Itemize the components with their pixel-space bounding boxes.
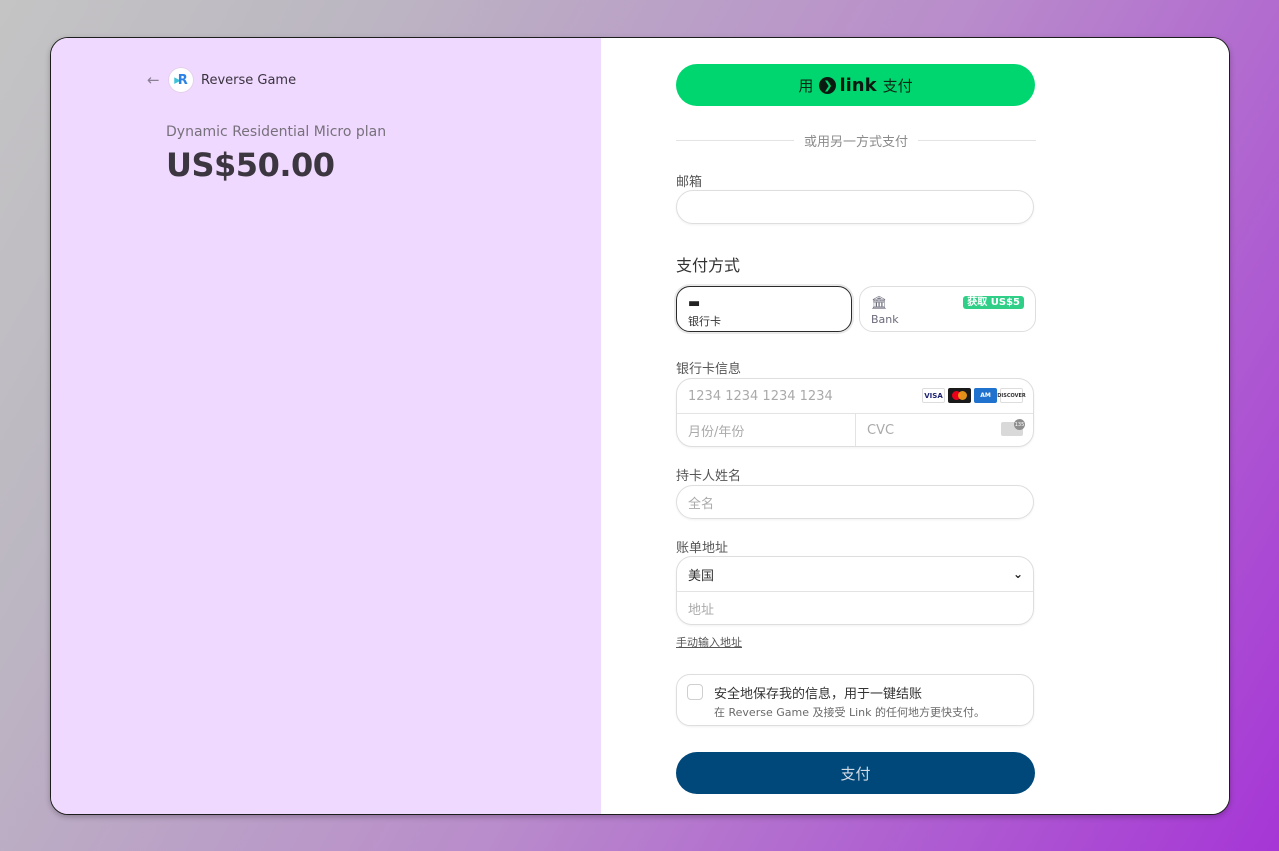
card-brands: VISA AM DISCOVER	[922, 388, 1026, 403]
merchant-header[interactable]: ← ▸ R Reverse Game	[147, 68, 296, 92]
card-number-input[interactable]: 1234 1234 1234 1234	[688, 379, 833, 413]
card-cvc-input[interactable]: CVC	[867, 414, 894, 447]
card-info-label: 银行卡信息	[676, 362, 742, 377]
save-info-subtitle: 在 Reverse Game 及接受 Link 的任何地方更快支付。	[714, 706, 985, 719]
merchant-name: Reverse Game	[201, 72, 297, 88]
order-summary-panel: ← ▸ R Reverse Game Dynamic Residential Mi…	[51, 38, 601, 814]
divider-line	[918, 140, 1037, 141]
field-separator	[677, 591, 1033, 592]
cardholder-label: 持卡人姓名	[676, 469, 742, 484]
back-arrow-icon[interactable]: ←	[147, 71, 161, 89]
payment-option-bank[interactable]: 🏛 Bank 获取 US$5	[859, 286, 1036, 332]
card-expiry-input[interactable]: 月份/年份	[688, 414, 744, 447]
cvc-card-icon	[1001, 419, 1025, 436]
save-info-title: 安全地保存我的信息，用于一键结账	[714, 687, 923, 702]
or-divider: 或用另一方式支付	[676, 131, 1037, 150]
field-separator	[855, 413, 856, 446]
cardholder-name-input[interactable]: 全名	[676, 485, 1034, 519]
payment-option-label: 银行卡	[688, 315, 721, 328]
country-select[interactable]: 美国	[688, 557, 714, 591]
link-button-prefix: 用	[798, 76, 814, 95]
link-chevron-icon: ❯	[819, 76, 837, 94]
plan-name: Dynamic Residential Micro plan	[166, 124, 387, 140]
link-button-suffix: 支付	[882, 76, 913, 95]
save-info-checkbox[interactable]	[687, 684, 703, 700]
email-label: 邮箱	[676, 175, 703, 190]
discover-icon: DISCOVER	[997, 388, 1026, 403]
merchant-logo-icon: ▸ R	[169, 68, 193, 92]
payment-option-card[interactable]: ▬ 银行卡	[676, 286, 852, 332]
pay-with-link-button[interactable]: 用 ❯ link 支付	[676, 64, 1035, 106]
billing-address-group: 美国 ⌄ 地址	[676, 556, 1034, 625]
billing-address-label: 账单地址	[676, 541, 729, 556]
payment-option-label: Bank	[871, 313, 899, 326]
divider-line	[676, 140, 794, 141]
card-info-group: 1234 1234 1234 1234 VISA AM DISCOVER 月份/…	[676, 378, 1034, 447]
email-input[interactable]	[676, 190, 1034, 224]
address-input[interactable]: 地址	[688, 592, 714, 625]
visa-icon: VISA	[922, 388, 945, 403]
card-icon: ▬	[688, 296, 701, 311]
order-price: US$50.00	[166, 146, 335, 184]
chevron-down-icon[interactable]: ⌄	[1013, 567, 1023, 581]
mastercard-icon	[948, 388, 971, 403]
link-logo: ❯ link	[819, 74, 877, 96]
manual-address-link[interactable]: 手动输入地址	[676, 634, 742, 650]
payment-method-title: 支付方式	[676, 256, 741, 275]
save-info-box[interactable]: 安全地保存我的信息，用于一键结账 在 Reverse Game 及接受 Link…	[676, 674, 1034, 726]
promo-badge: 获取 US$5	[963, 296, 1024, 309]
divider-text: 或用另一方式支付	[804, 135, 909, 150]
amex-icon: AM	[974, 388, 997, 403]
payment-panel: 用 ❯ link 支付 或用另一方式支付 邮箱 支付方式 ▬ 银行卡 🏛 Ban…	[601, 38, 1229, 814]
link-brand-text: link	[839, 74, 877, 96]
bank-icon: 🏛	[871, 296, 888, 311]
checkout-window: ← ▸ R Reverse Game Dynamic Residential Mi…	[50, 37, 1230, 815]
pay-button[interactable]: 支付	[676, 752, 1035, 794]
